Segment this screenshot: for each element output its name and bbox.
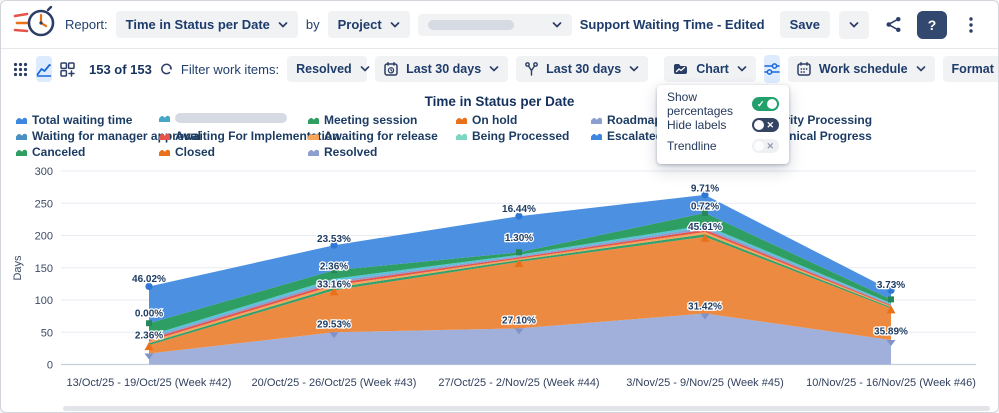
toggle-knob bbox=[754, 119, 764, 130]
menu-item-label: Trendline bbox=[667, 138, 717, 153]
y-tick-label: 300 bbox=[35, 166, 53, 178]
percent-label: 23.53% bbox=[317, 234, 351, 245]
area-series-icon bbox=[591, 117, 602, 124]
app-window: Report: Time in Status per Date by Proje… bbox=[0, 0, 999, 413]
legend-label: Resolved bbox=[324, 145, 378, 159]
x-tick-label: 10/Nov/25 - 16/Nov/25 (Week #46) bbox=[806, 377, 976, 389]
menu-item-label: Hide labels bbox=[667, 117, 727, 132]
area-series-icon bbox=[308, 149, 319, 156]
stacked-area-chart: 0 50 100 150 200 250 300 Days 13/Oct/25 - 19/Oct… bbox=[12, 166, 976, 389]
y-tick-label: 50 bbox=[41, 327, 53, 339]
legend-item-awaiting-for-release[interactable]: Awaiting for release bbox=[308, 129, 438, 143]
marker-square bbox=[146, 320, 152, 327]
chart-settings-menu: Show percentages ✓ Hide labels ✕ Trendline ✕ bbox=[657, 85, 789, 164]
percent-label: 3.73% bbox=[877, 280, 905, 291]
redacted-series-name bbox=[175, 113, 287, 123]
legend-item-being-processed[interactable]: Being Processed bbox=[456, 129, 569, 143]
percent-label: 0.00% bbox=[135, 308, 163, 319]
percent-label: 9.71% bbox=[691, 183, 719, 194]
legend-label: Closed bbox=[175, 145, 216, 159]
percent-label: 16.44% bbox=[502, 204, 536, 215]
legend-item-redacted[interactable] bbox=[159, 113, 287, 123]
x-tick-label: 3/Nov/25 - 9/Nov/25 (Week #45) bbox=[626, 377, 784, 389]
marker-square bbox=[516, 249, 522, 256]
marker-square bbox=[888, 296, 894, 303]
percent-label: 33.16% bbox=[317, 279, 351, 290]
legend-label: Meeting session bbox=[324, 113, 418, 127]
legend-item-on-hold[interactable]: On hold bbox=[456, 113, 517, 127]
area-series-icon bbox=[16, 117, 27, 124]
percent-label: 27.10% bbox=[502, 315, 536, 326]
percent-label: 2.36% bbox=[320, 261, 348, 272]
area-series-icon bbox=[308, 133, 319, 140]
horizontal-scrollbar[interactable] bbox=[63, 406, 990, 411]
area-series-icon bbox=[456, 117, 467, 124]
menu-item-show-percentages[interactable]: Show percentages ✓ bbox=[667, 90, 779, 118]
area-series-icon bbox=[159, 115, 170, 122]
y-tick-label: 0 bbox=[47, 360, 53, 372]
area-series-icon bbox=[308, 117, 319, 124]
percent-label: 29.53% bbox=[317, 319, 351, 330]
legend-item-resolved[interactable]: Resolved bbox=[308, 145, 377, 159]
x-tick-label: 27/Oct/25 - 2/Nov/25 (Week #44) bbox=[438, 377, 599, 389]
legend-item-roadmap[interactable]: Roadmap bbox=[591, 113, 662, 127]
legend-item-meeting-session[interactable]: Meeting session bbox=[308, 113, 417, 127]
toggle-knob bbox=[754, 140, 764, 151]
toggle-symbol: ✕ bbox=[766, 119, 774, 130]
y-tick-label: 100 bbox=[35, 295, 53, 307]
toggle-disabled[interactable]: ✕ bbox=[752, 138, 779, 153]
legend-label: Awaiting for release bbox=[324, 129, 438, 143]
legend-label: Canceled bbox=[32, 145, 86, 159]
menu-item-label: Show percentages bbox=[667, 89, 734, 118]
percent-label: 45.61% bbox=[688, 222, 722, 233]
chart-title: Time in Status per Date bbox=[424, 94, 575, 109]
toggle-knob bbox=[767, 98, 777, 109]
toggle-symbol: ✓ bbox=[757, 98, 765, 109]
toggle-symbol: ✕ bbox=[766, 140, 774, 151]
legend-label: Total waiting time bbox=[32, 113, 133, 127]
percent-label: 35.89% bbox=[874, 326, 908, 337]
legend-label: On hold bbox=[472, 113, 518, 127]
percent-label: 1.30% bbox=[505, 233, 533, 244]
area-series-icon bbox=[591, 133, 602, 140]
area-series-icon bbox=[159, 133, 170, 140]
area-series-icon bbox=[16, 133, 27, 140]
toggle-off[interactable]: ✕ bbox=[752, 117, 779, 132]
legend-item-closed[interactable]: Closed bbox=[159, 145, 215, 159]
legend-item-total-waiting-time[interactable]: Total waiting time bbox=[16, 113, 132, 127]
menu-item-trendline[interactable]: Trendline ✕ bbox=[667, 135, 779, 156]
legend-item-canceled[interactable]: Canceled bbox=[16, 145, 85, 159]
percent-label: 46.02% bbox=[132, 274, 166, 285]
area-series-icon bbox=[456, 133, 467, 140]
legend-label: Escalated bbox=[607, 129, 664, 143]
legend-label: Roadmap bbox=[607, 113, 662, 127]
percent-label: 0.72% bbox=[691, 201, 719, 212]
toggle-on[interactable]: ✓ bbox=[752, 96, 779, 111]
legend-item-escalated[interactable]: Escalated bbox=[591, 129, 663, 143]
y-tick-label: 150 bbox=[35, 263, 53, 275]
x-tick-label: 13/Oct/25 - 19/Oct/25 (Week #42) bbox=[67, 377, 232, 389]
x-tick-label: 20/Oct/25 - 26/Oct/25 (Week #43) bbox=[252, 377, 417, 389]
area-series-icon bbox=[16, 149, 27, 156]
y-tick-label: 250 bbox=[35, 198, 53, 210]
area-series-icon bbox=[159, 149, 170, 156]
menu-item-hide-labels[interactable]: Hide labels ✕ bbox=[667, 114, 779, 135]
y-axis-title: Days bbox=[12, 255, 24, 281]
legend-label: Being Processed bbox=[472, 129, 570, 143]
percent-label: 31.42% bbox=[688, 301, 722, 312]
percent-label: 2.36% bbox=[135, 330, 163, 341]
y-tick-label: 200 bbox=[35, 231, 53, 243]
